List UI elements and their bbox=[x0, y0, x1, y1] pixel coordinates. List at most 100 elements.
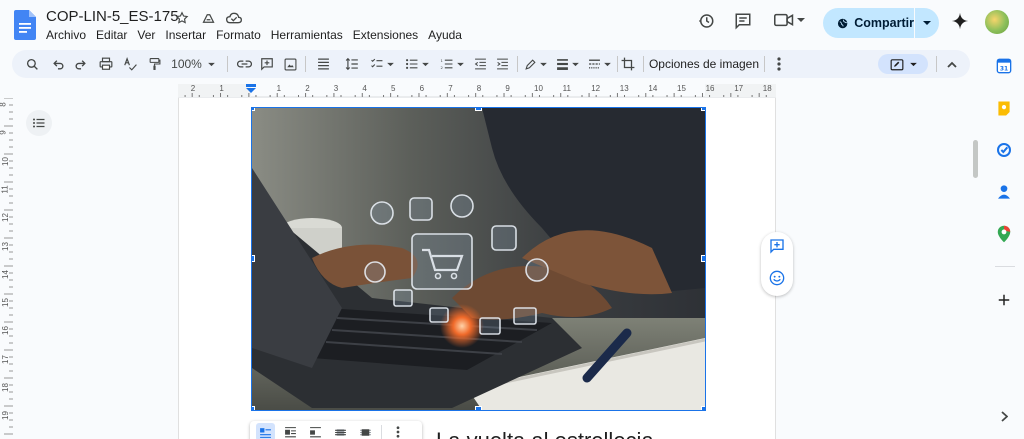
ruler-label: 17 bbox=[734, 84, 744, 93]
redo-icon[interactable] bbox=[70, 54, 90, 74]
share-label: Compartir bbox=[854, 16, 914, 30]
vertical-ruler[interactable]: 8 9 10 11 12 13 14 15 16 17 18 19 bbox=[0, 97, 14, 439]
ruler-label: 1 bbox=[219, 84, 224, 93]
history-icon[interactable] bbox=[697, 12, 715, 35]
menu-ayuda[interactable]: Ayuda bbox=[423, 27, 467, 43]
menu-formato[interactable]: Formato bbox=[211, 27, 266, 43]
comments-icon[interactable] bbox=[734, 12, 752, 35]
toolbar-divider bbox=[305, 56, 306, 72]
bulleted-list-button[interactable] bbox=[401, 54, 433, 74]
more-options-icon[interactable] bbox=[388, 423, 407, 439]
resize-handle[interactable] bbox=[701, 108, 705, 111]
crop-icon[interactable] bbox=[618, 54, 638, 74]
resize-handle[interactable] bbox=[252, 406, 255, 410]
resize-handle[interactable] bbox=[701, 255, 705, 262]
star-icon[interactable] bbox=[173, 9, 191, 27]
menu-insertar[interactable]: Insertar bbox=[160, 27, 211, 43]
checklist-button[interactable] bbox=[366, 54, 398, 74]
video-camera-icon bbox=[774, 13, 794, 27]
ruler-label: 12 bbox=[591, 84, 601, 93]
increase-indent-icon[interactable] bbox=[492, 54, 512, 74]
toolbar-divider bbox=[381, 425, 382, 439]
break-text-icon[interactable] bbox=[306, 423, 325, 439]
side-panel: 31 bbox=[986, 50, 1024, 439]
zoom-select[interactable]: 100% bbox=[170, 54, 216, 74]
zoom-value: 100% bbox=[171, 57, 202, 71]
print-icon[interactable] bbox=[96, 54, 116, 74]
gemini-icon[interactable] bbox=[951, 12, 969, 35]
spellcheck-icon[interactable] bbox=[120, 54, 140, 74]
menu-archivo[interactable]: Archivo bbox=[46, 27, 91, 43]
numbered-list-button[interactable]: 12 bbox=[436, 54, 468, 74]
keep-icon[interactable] bbox=[994, 98, 1014, 118]
menu-bar: Archivo Editar Ver Insertar Formato Herr… bbox=[46, 27, 467, 43]
formatting-toolbar: 100% 12 Opciones de imagen bbox=[12, 50, 970, 78]
add-comment-icon[interactable] bbox=[257, 54, 277, 74]
tasks-icon[interactable] bbox=[994, 140, 1014, 160]
resize-handle[interactable] bbox=[701, 406, 705, 410]
horizontal-ruler[interactable]: 2 1 1 2 3 4 5 6 7 8 9 10 11 12 13 14 15 16 17 18 bbox=[178, 84, 776, 98]
maps-icon[interactable] bbox=[994, 224, 1014, 244]
menu-herramientas[interactable]: Herramientas bbox=[266, 27, 348, 43]
insert-link-icon[interactable] bbox=[234, 54, 254, 74]
more-options-icon[interactable] bbox=[769, 54, 789, 74]
meet-button[interactable] bbox=[774, 12, 805, 28]
behind-text-icon[interactable] bbox=[331, 423, 350, 439]
border-dash-button[interactable] bbox=[584, 54, 614, 74]
resize-handle[interactable] bbox=[252, 108, 255, 111]
paint-format-icon[interactable] bbox=[144, 54, 164, 74]
search-menus-icon[interactable] bbox=[22, 54, 42, 74]
indent-marker-icon[interactable] bbox=[246, 84, 256, 93]
bulleted-list-icon bbox=[406, 59, 418, 69]
toolbar-divider bbox=[227, 56, 228, 72]
chevron-down-icon bbox=[387, 62, 394, 66]
resize-handle[interactable] bbox=[475, 406, 482, 410]
avatar[interactable] bbox=[985, 10, 1009, 34]
selected-image[interactable] bbox=[251, 107, 706, 411]
share-dropdown[interactable] bbox=[915, 20, 939, 26]
document-title[interactable]: COP-LIN-5_ES-175 bbox=[46, 8, 179, 25]
add-addon-icon[interactable] bbox=[994, 290, 1014, 310]
contacts-icon[interactable] bbox=[994, 182, 1014, 202]
collapse-toolbar-icon[interactable] bbox=[942, 54, 962, 74]
line-spacing-icon[interactable] bbox=[342, 54, 362, 74]
editing-mode-button[interactable] bbox=[878, 54, 928, 74]
share-button[interactable]: Compartir bbox=[823, 8, 939, 38]
expand-panel-icon[interactable] bbox=[994, 406, 1014, 426]
docs-logo-icon[interactable] bbox=[14, 10, 36, 40]
emoji-reaction-icon[interactable] bbox=[769, 270, 785, 291]
align-select[interactable] bbox=[310, 54, 336, 74]
wrap-text-icon[interactable] bbox=[281, 423, 300, 439]
undo-icon[interactable] bbox=[48, 54, 68, 74]
document-body-text[interactable]: La vuelta al estrellecia... bbox=[436, 428, 672, 439]
document-outline-button[interactable] bbox=[26, 110, 52, 136]
decrease-indent-icon[interactable] bbox=[470, 54, 490, 74]
wrap-inline-icon[interactable] bbox=[256, 423, 275, 439]
calendar-icon[interactable]: 31 bbox=[994, 56, 1014, 76]
scrollbar[interactable] bbox=[973, 140, 978, 178]
ruler-label: 4 bbox=[362, 84, 367, 93]
border-weight-button[interactable] bbox=[552, 54, 582, 74]
menu-ver[interactable]: Ver bbox=[132, 27, 160, 43]
menu-editar[interactable]: Editar bbox=[91, 27, 132, 43]
ruler-label: 8 bbox=[476, 84, 482, 93]
border-color-button[interactable] bbox=[520, 54, 550, 74]
in-front-of-text-icon[interactable] bbox=[356, 423, 375, 439]
chevron-down-icon bbox=[422, 62, 429, 66]
move-to-drive-icon[interactable] bbox=[199, 9, 217, 27]
insert-image-icon[interactable] bbox=[280, 54, 300, 74]
menu-extensiones[interactable]: Extensiones bbox=[348, 27, 423, 43]
add-comment-icon[interactable] bbox=[769, 238, 785, 259]
globe-icon bbox=[837, 18, 848, 28]
cloud-saved-icon[interactable] bbox=[225, 9, 243, 27]
ruler-label: 2 bbox=[190, 84, 196, 93]
chevron-down-icon bbox=[208, 62, 215, 66]
floating-actions bbox=[761, 232, 793, 296]
svg-text:2: 2 bbox=[440, 65, 443, 70]
svg-text:1: 1 bbox=[440, 58, 443, 63]
resize-handle[interactable] bbox=[252, 255, 255, 262]
resize-handle[interactable] bbox=[475, 108, 482, 111]
chevron-down-icon bbox=[923, 21, 931, 25]
image-options-button[interactable]: Opciones de imagen bbox=[648, 54, 760, 74]
ruler-label: 11 bbox=[562, 84, 571, 93]
